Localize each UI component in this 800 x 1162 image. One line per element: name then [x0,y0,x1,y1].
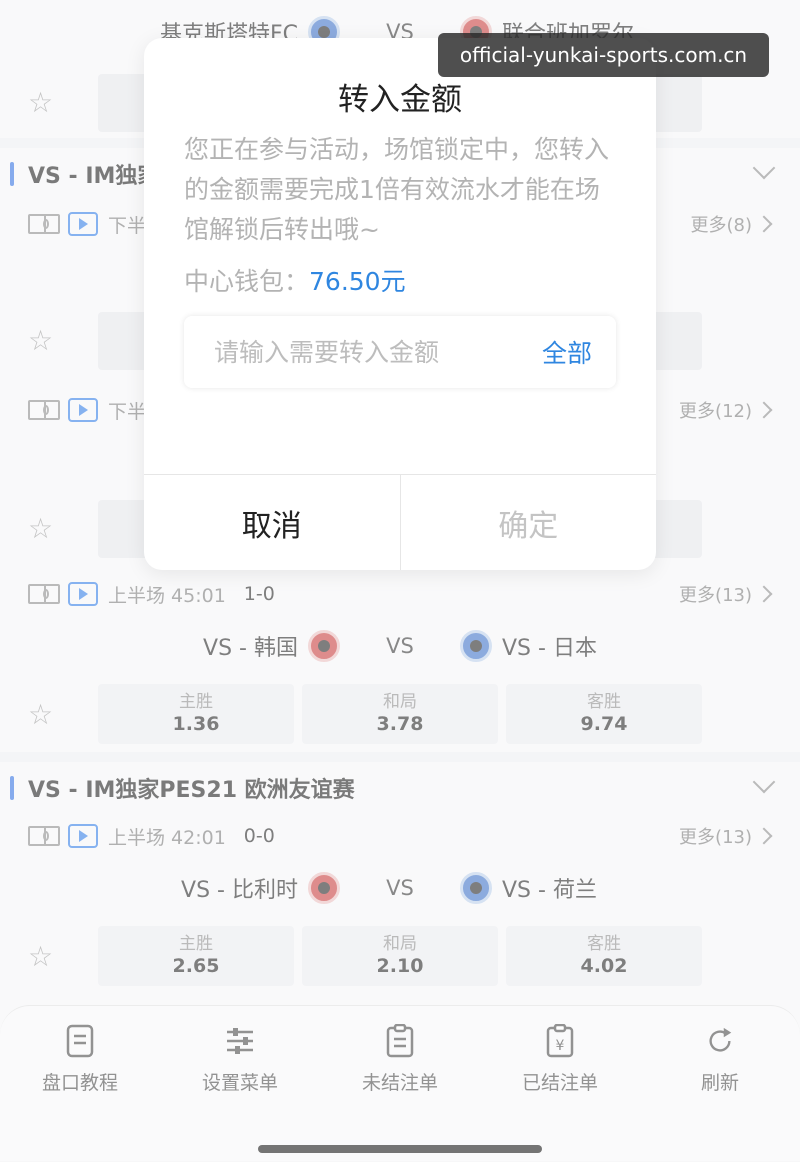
dialog-message: 您正在参与活动，场馆锁定中，您转入的金额需要完成1倍有效流水才能在场馆解锁后转出… [184,135,610,244]
amount-input[interactable] [212,336,516,368]
dialog-buttons: 取消 确定 [144,474,656,570]
amount-input-container: 全部 [184,316,616,388]
confirm-button[interactable]: 确定 [401,475,657,570]
match-list-page: 基克斯塔特FC VS 联合班加罗尔 ☆ VS - IM独家 下半 更多(8) ☆… [0,0,800,1162]
cancel-button[interactable]: 取消 [144,475,401,570]
all-amount-button[interactable]: 全部 [542,334,592,370]
wallet-amount: 76.50元 [309,267,406,296]
wallet-balance: 中心钱包：76.50元 [184,262,406,298]
wallet-label: 中心钱包： [184,267,310,296]
transfer-dialog: 转入金额 您正在参与活动，场馆锁定中，您转入的金额需要完成1倍有效流水才能在场馆… [144,38,656,570]
dialog-title: 转入金额 [338,82,462,118]
watermark-label: official-yunkai-sports.com.cn [438,33,769,77]
